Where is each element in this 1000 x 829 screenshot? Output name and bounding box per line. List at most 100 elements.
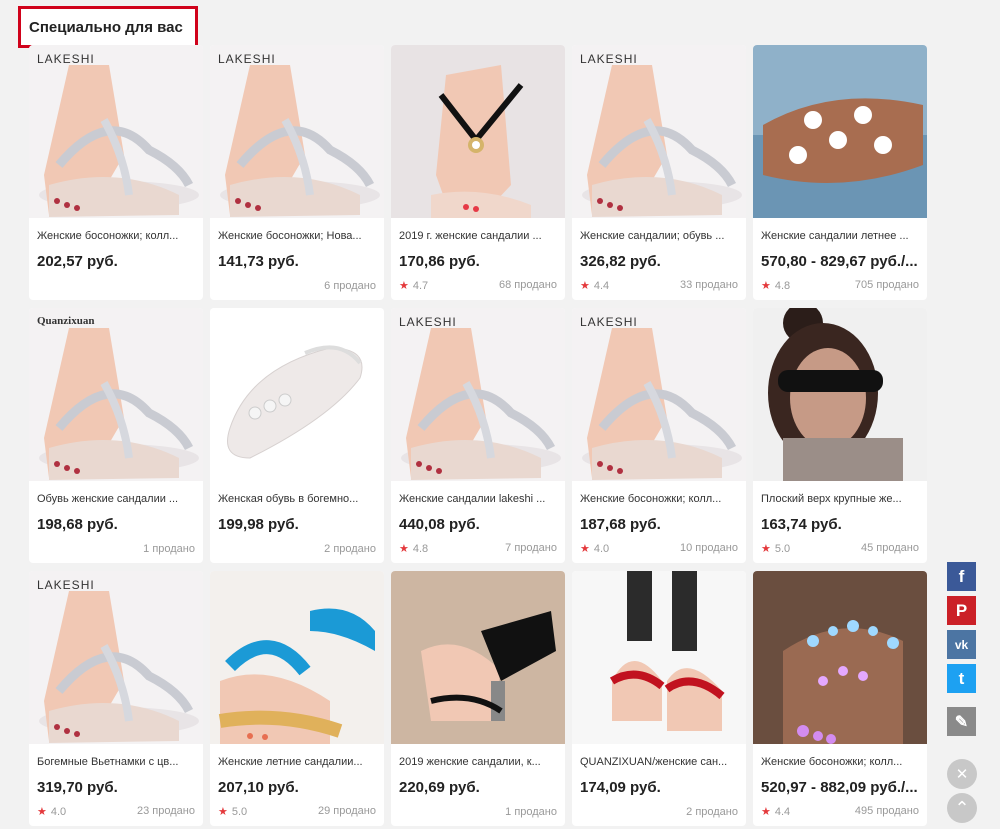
product-card[interactable]: QUANZIXUAN/женские сан... 174,09 руб. 2 …	[572, 571, 746, 826]
product-card[interactable]: 2019 женские сандалии, к... 220,69 руб. …	[391, 571, 565, 826]
product-meta: 6 продано	[218, 280, 376, 292]
product-title[interactable]: Богемные Вьетнамки с цв...	[29, 755, 203, 769]
sold-count: 33 продано	[680, 279, 738, 291]
product-card[interactable]: Женские сандалии летнее ... 570,80 - 829…	[753, 45, 927, 300]
edit-button[interactable]: ✎	[947, 707, 976, 736]
product-meta: ★ 4.0 23 продано	[37, 805, 195, 818]
pinterest-icon: P	[955, 600, 968, 620]
scroll-top-button[interactable]: ⌃	[947, 793, 977, 823]
product-image[interactable]: LAKESHI	[572, 308, 746, 481]
product-image[interactable]	[753, 45, 927, 218]
product-image[interactable]: LAKESHI	[391, 308, 565, 481]
product-image[interactable]	[391, 571, 565, 744]
product-card[interactable]: Женские летние сандалии... 207,10 руб. ★…	[210, 571, 384, 826]
twitter-icon: t	[958, 668, 965, 688]
product-card[interactable]: Женские босоножки; колл... 520,97 - 882,…	[753, 571, 927, 826]
product-card[interactable]: LAKESHI Богемные Вьетнамки с цв... 319,7…	[29, 571, 203, 826]
product-title[interactable]: QUANZIXUAN/женские сан...	[572, 755, 746, 769]
product-title[interactable]: Плоский верх крупные же...	[753, 492, 927, 506]
chevron-up-icon: ⌃	[954, 798, 970, 818]
brand-logo: LAKESHI	[37, 578, 95, 592]
product-card[interactable]: LAKESHI Женские босоножки; колл... 187,6…	[572, 308, 746, 563]
sold-count: 10 продано	[680, 542, 738, 554]
product-meta: ★ 5.0 45 продано	[761, 542, 919, 555]
star-icon: ★	[580, 280, 590, 292]
product-meta: ★ 4.8 7 продано	[399, 542, 557, 555]
product-title[interactable]: Женские летние сандалии...	[210, 755, 384, 769]
close-icon: ✕	[955, 766, 969, 783]
product-meta: ★ 5.0 29 продано	[218, 805, 376, 818]
product-title[interactable]: Женские босоножки; Нова...	[210, 229, 384, 243]
product-meta: ★ 4.4 495 продано	[761, 805, 919, 818]
vk-icon: vk	[954, 637, 969, 652]
product-title[interactable]: 2019 г. женские сандалии ...	[391, 229, 565, 243]
product-meta: 1 продано	[399, 806, 557, 818]
product-image[interactable]	[210, 308, 384, 481]
product-price: 198,68 руб.	[37, 516, 118, 533]
product-image[interactable]	[391, 45, 565, 218]
product-image[interactable]: LAKESHI	[210, 45, 384, 218]
product-card[interactable]: Плоский верх крупные же... 163,74 руб. ★…	[753, 308, 927, 563]
vk-share-button[interactable]: vk	[947, 630, 976, 659]
brand-logo: LAKESHI	[37, 52, 95, 66]
product-image[interactable]	[210, 571, 384, 744]
product-image[interactable]: Quanzixuan	[29, 308, 203, 481]
product-title[interactable]: Женские сандалии; обувь ...	[572, 229, 746, 243]
rating-value: 5.0	[231, 806, 248, 818]
sold-count: 705 продано	[854, 279, 919, 291]
product-rating: ★ 4.8	[761, 279, 790, 292]
rating-value: 4.4	[593, 280, 610, 292]
rating-value: 4.0	[50, 806, 67, 818]
product-title[interactable]: 2019 женские сандалии, к...	[391, 755, 565, 769]
brand-logo: LAKESHI	[580, 52, 638, 66]
product-card[interactable]: 2019 г. женские сандалии ... 170,86 руб.…	[391, 45, 565, 300]
product-title[interactable]: Женские сандалии lakeshi ...	[391, 492, 565, 506]
product-price: 570,80 - 829,67 руб./...	[761, 253, 918, 270]
product-image[interactable]	[572, 571, 746, 744]
facebook-share-button[interactable]: f	[947, 562, 976, 591]
product-image[interactable]: LAKESHI	[572, 45, 746, 218]
product-card[interactable]: LAKESHI Женские сандалии; обувь ... 326,…	[572, 45, 746, 300]
product-title[interactable]: Женские сандалии летнее ...	[753, 229, 927, 243]
product-price: 319,70 руб.	[37, 779, 118, 796]
product-image[interactable]: LAKESHI	[29, 571, 203, 744]
product-grid: LAKESHI Женские босоножки; колл... 202,5…	[29, 45, 927, 826]
product-title[interactable]: Женские босоножки; колл...	[753, 755, 927, 769]
product-title[interactable]: Женские босоножки; колл...	[572, 492, 746, 506]
product-title[interactable]: Женские босоножки; колл...	[29, 229, 203, 243]
product-card[interactable]: LAKESHI Женские босоножки; Нова... 141,7…	[210, 45, 384, 300]
product-card[interactable]: LAKESHI Женские сандалии lakeshi ... 440…	[391, 308, 565, 563]
product-image[interactable]	[753, 308, 927, 481]
product-meta: ★ 4.7 68 продано	[399, 279, 557, 292]
brand-logo: LAKESHI	[580, 315, 638, 329]
product-card[interactable]: LAKESHI Женские босоножки; колл... 202,5…	[29, 45, 203, 300]
sold-count: 7 продано	[505, 542, 557, 554]
product-image[interactable]: LAKESHI	[29, 45, 203, 218]
product-meta: 1 продано	[37, 543, 195, 555]
product-meta: ★ 4.8 705 продано	[761, 279, 919, 292]
product-price: 207,10 руб.	[218, 779, 299, 796]
close-button[interactable]: ✕	[947, 759, 977, 789]
product-price: 220,69 руб.	[399, 779, 480, 796]
product-rating: ★ 5.0	[761, 542, 790, 555]
product-rating: ★ 5.0	[218, 805, 247, 818]
pencil-icon: ✎	[954, 713, 969, 731]
product-title[interactable]: Обувь женские сандалии ...	[29, 492, 203, 506]
product-price: 520,97 - 882,09 руб./...	[761, 779, 918, 796]
pinterest-share-button[interactable]: P	[947, 596, 976, 625]
product-price: 326,82 руб.	[580, 253, 661, 270]
product-card[interactable]: Quanzixuan Обувь женские сандалии ... 19…	[29, 308, 203, 563]
sold-count: 495 продано	[854, 805, 919, 817]
rating-value: 4.4	[774, 806, 791, 818]
section-title: Специально для вас	[18, 6, 198, 48]
star-icon: ★	[399, 543, 409, 555]
product-title[interactable]: Женская обувь в богемно...	[210, 492, 384, 506]
product-meta: 2 продано	[218, 543, 376, 555]
sold-count: 23 продано	[137, 805, 195, 817]
product-card[interactable]: Женская обувь в богемно... 199,98 руб. 2…	[210, 308, 384, 563]
product-image[interactable]	[753, 571, 927, 744]
twitter-share-button[interactable]: t	[947, 664, 976, 693]
product-price: 202,57 руб.	[37, 253, 118, 270]
star-icon: ★	[37, 806, 47, 818]
star-icon: ★	[580, 543, 590, 555]
